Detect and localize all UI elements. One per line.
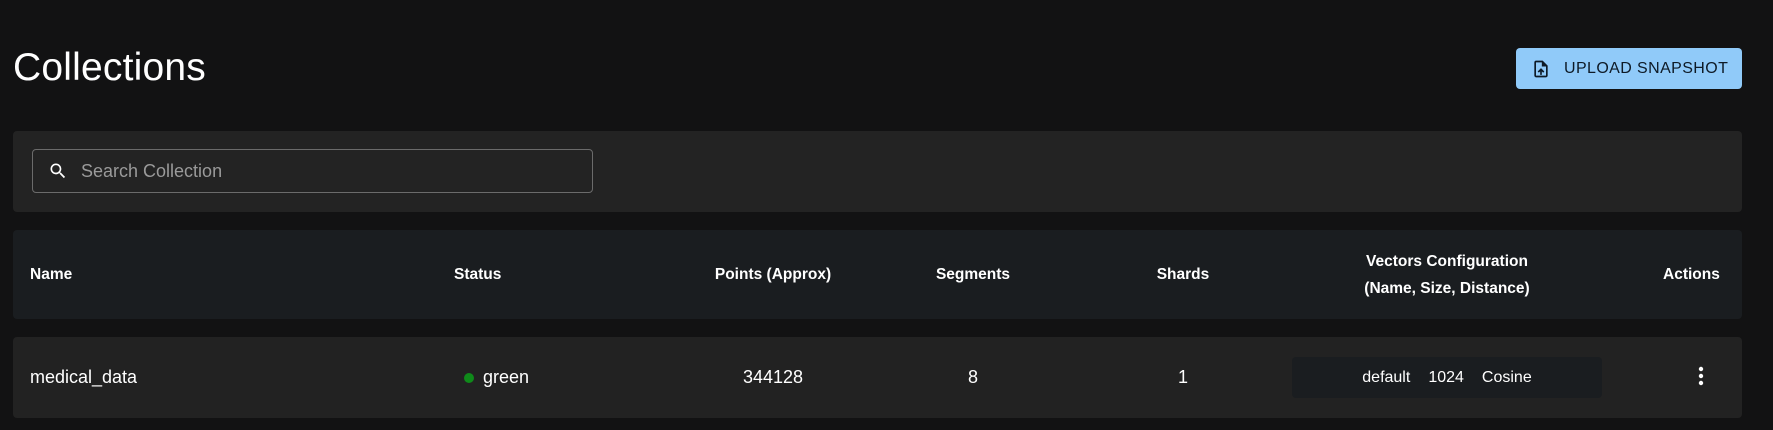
column-header-points[interactable]: Points (Approx) (653, 230, 893, 319)
collections-page: Collections UPLOAD SNAPSHOT Name Status … (0, 0, 1773, 430)
upload-snapshot-button[interactable]: UPLOAD SNAPSHOT (1516, 48, 1742, 89)
status-label: green (483, 367, 530, 387)
collection-name-link[interactable]: medical_data (30, 337, 137, 418)
vector-name: default (1362, 368, 1411, 386)
segments-count: 8 (967, 367, 978, 387)
column-header-vectors-line1: Vectors Configuration (1366, 252, 1528, 270)
upload-snapshot-label: UPLOAD SNAPSHOT (1564, 59, 1729, 77)
status-indicator-dot (464, 372, 474, 383)
points-count: 344128 (742, 367, 804, 387)
vector-config-chip: default 1024 Cosine (1292, 357, 1602, 398)
more-vertical-icon (1698, 366, 1704, 391)
search-input[interactable] (81, 160, 592, 182)
search-panel (13, 131, 1742, 212)
shards-count: 1 (1177, 367, 1188, 387)
column-header-name[interactable]: Name (30, 230, 72, 319)
table-header: Name Status Points (Approx) Segments Sha… (13, 230, 1742, 319)
table-row[interactable]: medical_data green 344128 8 1 default 10… (13, 337, 1742, 418)
column-header-vectors-line2: (Name, Size, Distance) (1364, 279, 1530, 297)
column-header-actions: Actions (1663, 266, 1720, 283)
search-field[interactable] (32, 149, 593, 193)
column-header-segments[interactable]: Segments (893, 230, 1053, 319)
vector-size: 1024 (1428, 368, 1464, 386)
file-upload-icon (1531, 59, 1551, 79)
column-header-vectors[interactable]: Vectors Configuration (Name, Size, Dista… (1292, 230, 1602, 319)
row-actions-button[interactable] (1689, 364, 1713, 392)
search-icon (48, 161, 68, 181)
vector-distance: Cosine (1481, 368, 1532, 386)
status-cell: green (464, 337, 529, 418)
column-header-status[interactable]: Status (454, 230, 501, 319)
page-title: Collections (13, 46, 206, 89)
column-header-shards[interactable]: Shards (1103, 230, 1263, 319)
